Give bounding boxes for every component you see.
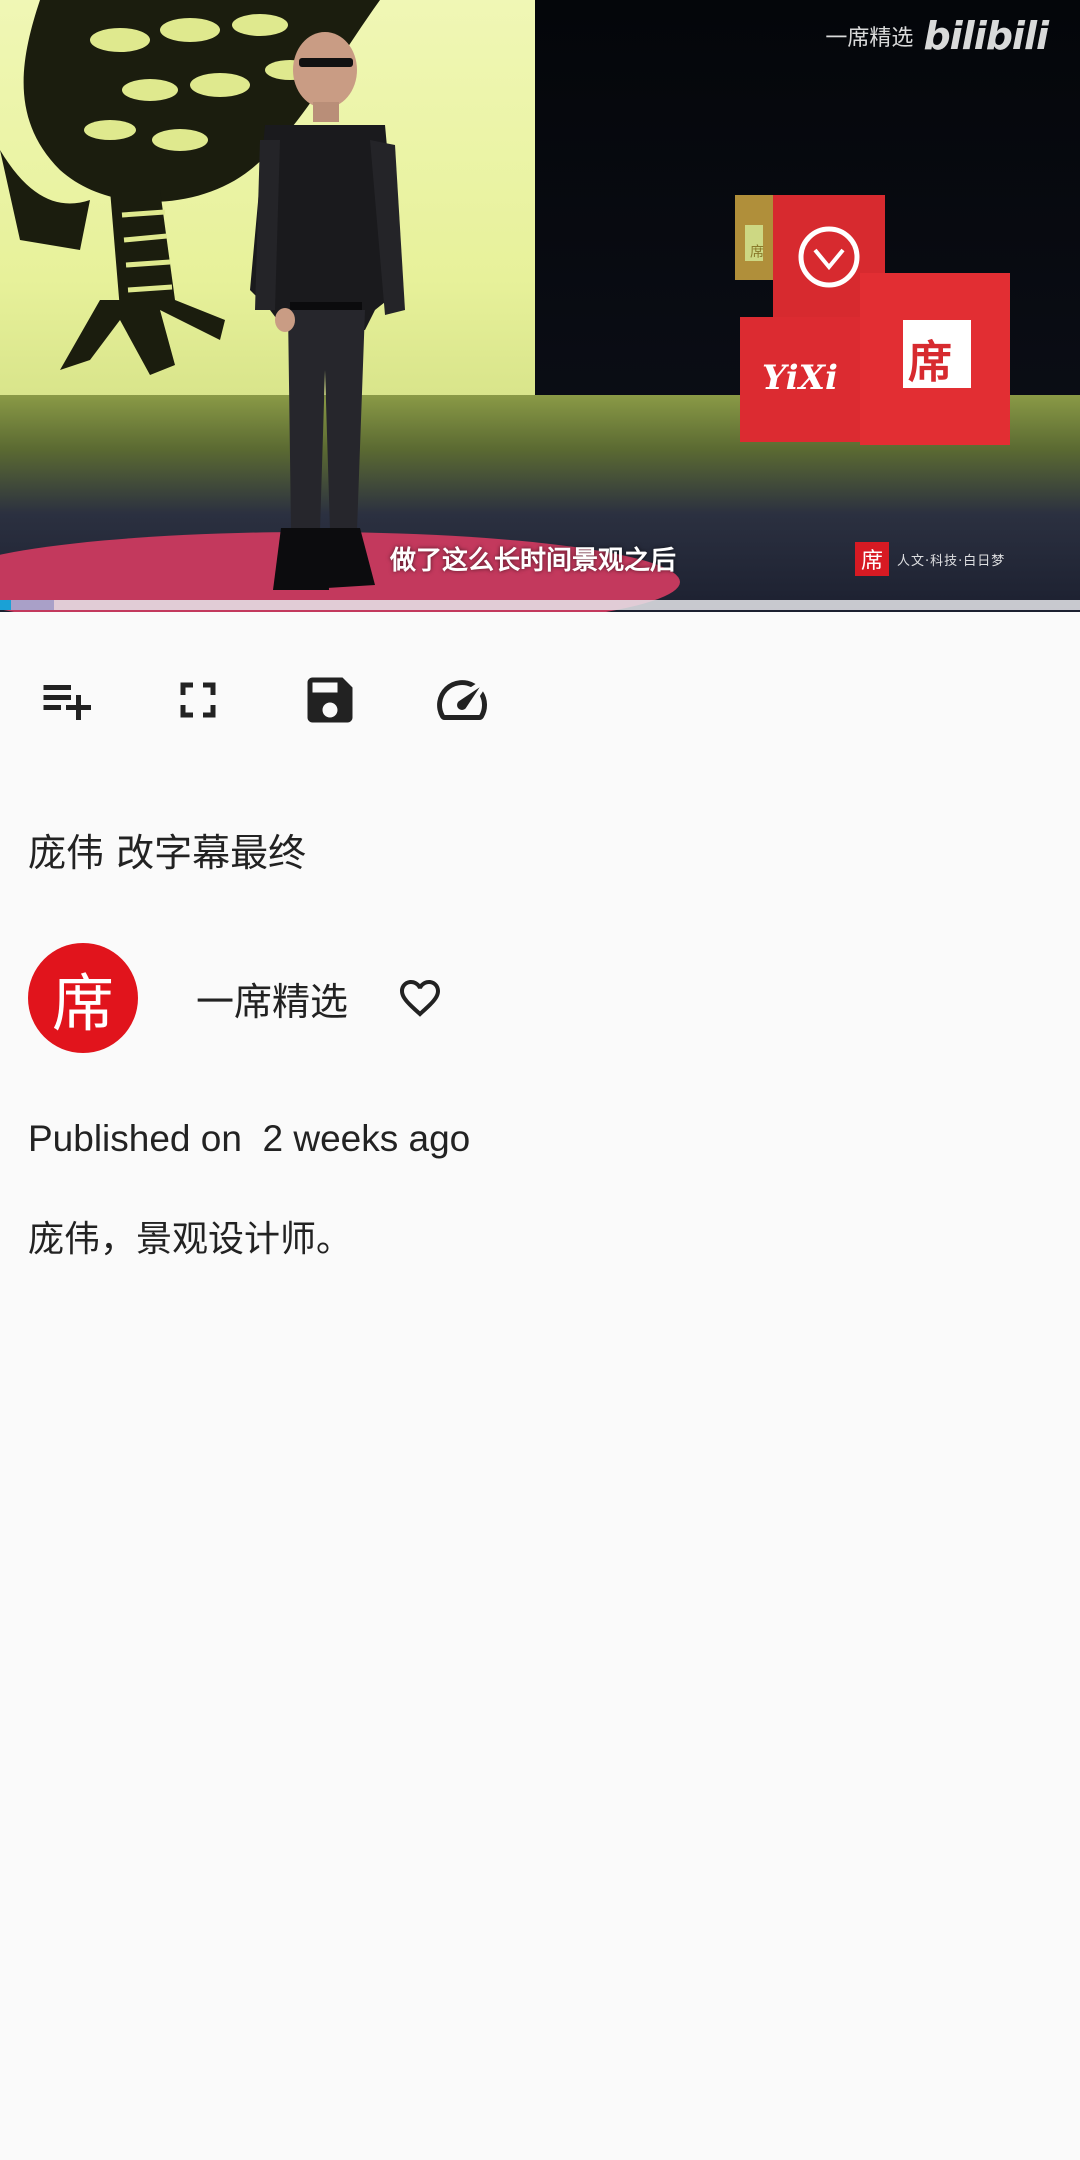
channel-avatar[interactable]: 席 (28, 943, 138, 1053)
video-player[interactable]: YiXi 席 席 一席精选 bilibili 做了这么长时间景观之后 席 人文·… (0, 0, 1080, 612)
corner-logo: 席 人文·科技·白日梦 (855, 542, 1005, 576)
playlist-add-icon (43, 685, 91, 720)
published-info: Published on 2 weeks ago (28, 1118, 470, 1160)
progress-fill (0, 600, 11, 610)
video-progress-bar[interactable] (0, 600, 1080, 610)
published-value: 2 weeks ago (262, 1118, 471, 1159)
video-title: 庞伟 改字幕最终 (28, 831, 307, 875)
stage-boxes (735, 195, 1010, 445)
fullscreen-icon (180, 682, 216, 718)
playback-speed-button[interactable] (422, 660, 502, 740)
watermark-brand: bilibili (923, 14, 1049, 58)
box-brand-text: YiXi (762, 358, 838, 398)
heart-outline-icon (400, 980, 441, 1017)
box-side-label: 席 (748, 244, 764, 258)
add-to-playlist-button[interactable] (26, 660, 106, 740)
speed-icon (437, 680, 487, 721)
published-label: Published on (28, 1118, 242, 1159)
video-description: 庞伟，景观设计师。 (28, 1219, 353, 1260)
video-detail-page: YiXi 席 席 一席精选 bilibili 做了这么长时间景观之后 席 人文·… (0, 0, 1080, 2160)
speaker-figure (250, 32, 405, 590)
watermark-channel: 一席精选 (825, 26, 914, 51)
box-seal-char: 席 (908, 337, 952, 388)
corner-logo-text: 人文·科技·白日梦 (897, 553, 1006, 569)
player-controls (0, 660, 1080, 740)
video-watermark: 一席精选 bilibili (825, 14, 1049, 58)
fullscreen-button[interactable] (158, 660, 238, 740)
channel-name[interactable]: 一席精选 (196, 971, 348, 1026)
corner-logo-mark: 席 (855, 542, 889, 576)
save-icon (307, 677, 353, 723)
favorite-button[interactable] (392, 970, 448, 1026)
channel-row: 席 一席精选 (28, 942, 448, 1054)
save-button[interactable] (290, 660, 370, 740)
